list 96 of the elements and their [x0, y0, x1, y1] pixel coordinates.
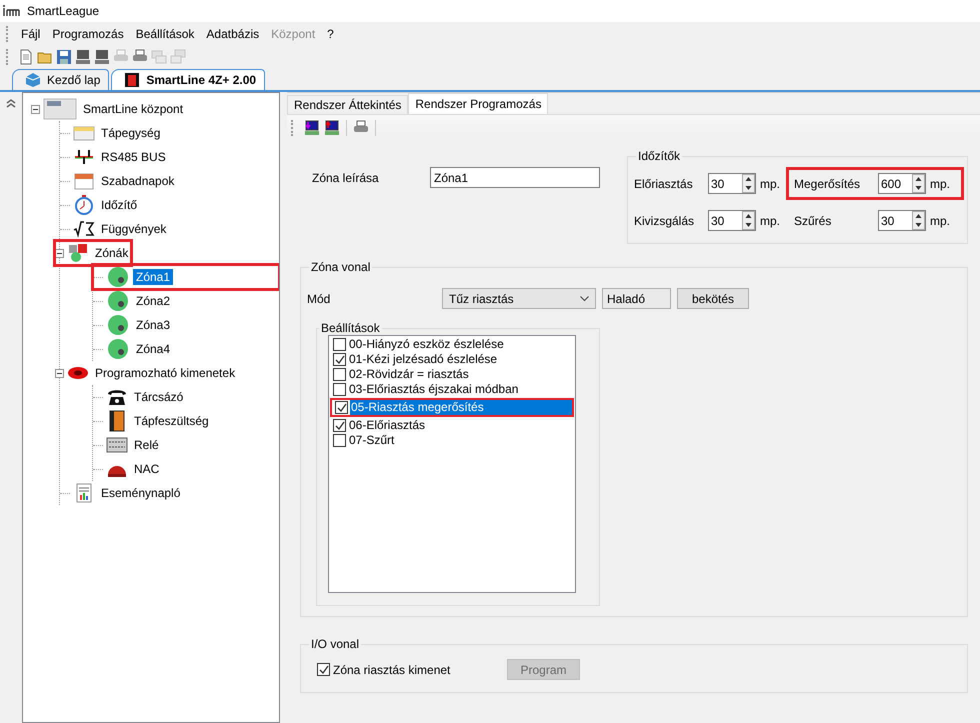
- detector-icon: [106, 338, 130, 360]
- tree-item[interactable]: Zóna4: [133, 341, 174, 357]
- chevron-down-icon: [580, 296, 589, 302]
- collapse-panel-icon: [6, 98, 16, 108]
- cube-icon: [25, 72, 41, 88]
- menu-item[interactable]: Fájl: [15, 26, 46, 40]
- detector-icon: [106, 314, 130, 336]
- new-document-icon[interactable]: [18, 48, 34, 64]
- group-title: I/O vonal: [310, 637, 360, 651]
- tree-item[interactable]: Tápfeszültség: [131, 413, 212, 429]
- download-computer-icon[interactable]: [304, 120, 320, 136]
- formula-icon: [73, 220, 95, 238]
- collapse-toggle[interactable]: [31, 104, 40, 114]
- power-supply-icon: [73, 124, 95, 142]
- bus-network-icon: [73, 148, 95, 166]
- mode-dropdown[interactable]: Tűz riasztás: [442, 288, 596, 309]
- checkbox[interactable]: [333, 353, 346, 366]
- number-field[interactable]: 30: [708, 173, 756, 194]
- page-tab[interactable]: Rendszer Áttekintés: [287, 95, 408, 114]
- tree-item[interactable]: Zóna3: [133, 317, 174, 333]
- list-item[interactable]: 05-Riasztás megerősítés: [350, 400, 572, 415]
- tree-item[interactable]: SmartLine központ: [80, 101, 186, 117]
- computer-icon[interactable]: [94, 48, 110, 64]
- save-icon[interactable]: [56, 48, 72, 64]
- tree-item[interactable]: Zónák: [92, 245, 132, 261]
- list-item[interactable]: 01-Kézi jelzésadó észlelése: [348, 352, 574, 367]
- checkbox[interactable]: [335, 401, 348, 414]
- tree-item[interactable]: NAC: [131, 461, 162, 477]
- number-field[interactable]: 600: [878, 173, 926, 194]
- number-field[interactable]: 30: [708, 210, 756, 231]
- siren-icon: [67, 365, 89, 381]
- field-label: Zóna leírása: [312, 170, 380, 184]
- unit-label: mp.: [760, 214, 780, 228]
- document-tab[interactable]: Kezdő lap: [12, 69, 110, 90]
- list-item[interactable]: 06-Előriasztás: [348, 418, 574, 433]
- computer-icon[interactable]: [75, 48, 91, 64]
- checkbox[interactable]: [317, 663, 330, 676]
- control-panel-icon: [43, 98, 77, 120]
- menu-item[interactable]: Beállítások: [130, 26, 200, 40]
- description-field[interactable]: Zóna1: [430, 167, 600, 188]
- detector-icon: [106, 266, 130, 288]
- list-item[interactable]: 03-Előriasztás éjszakai módban: [348, 382, 574, 397]
- tree-item[interactable]: Függvények: [98, 221, 170, 237]
- group-title: Időzítők: [637, 149, 682, 163]
- calendar-icon: [73, 172, 95, 190]
- list-item[interactable]: 02-Rövidzár = riasztás: [348, 367, 574, 382]
- window-title: SmartLeague: [27, 4, 100, 18]
- tree-item[interactable]: Zóna2: [133, 293, 174, 309]
- device-icon: [124, 72, 140, 88]
- unit-label: mp.: [760, 176, 780, 190]
- checkbox[interactable]: [333, 383, 346, 396]
- tree-item[interactable]: Zóna1: [133, 269, 174, 285]
- checkbox[interactable]: [333, 419, 346, 432]
- detector-group-icon: [67, 243, 89, 263]
- advanced-field: Haladó: [602, 288, 671, 309]
- tree-item[interactable]: Tárcsázó: [131, 389, 186, 405]
- wiring-button[interactable]: bekötés: [677, 288, 749, 309]
- collapse-toggle[interactable]: [55, 368, 64, 378]
- unit-label: mp.: [930, 214, 950, 228]
- upload-computer-icon[interactable]: [324, 120, 340, 136]
- field-label: Előriasztás: [634, 176, 694, 190]
- spin-arrows-icon: [912, 211, 925, 230]
- checkbox-label: Zóna riasztás kimenet: [333, 662, 450, 676]
- number-field[interactable]: 30: [878, 210, 926, 231]
- app-logo-icon: [3, 5, 21, 17]
- field-label: Szűrés: [794, 214, 832, 228]
- tree-item[interactable]: Relé: [131, 437, 162, 453]
- tree-item[interactable]: Időzítő: [98, 197, 140, 213]
- detector-icon: [106, 290, 130, 312]
- checkbox[interactable]: [333, 338, 346, 351]
- checkbox[interactable]: [333, 434, 346, 447]
- unit-label: mp.: [930, 176, 950, 190]
- field-label: Kivizsgálás: [634, 214, 696, 228]
- list-item[interactable]: 07-Szűrt: [348, 433, 574, 448]
- tree-item[interactable]: RS485 BUS: [98, 149, 169, 165]
- menu-item[interactable]: Adatbázis: [200, 26, 266, 40]
- stopwatch-icon: [73, 195, 95, 215]
- relay-board-icon: [106, 436, 128, 454]
- menu-item[interactable]: ?: [321, 26, 340, 40]
- tree-item[interactable]: Szabadnapok: [98, 173, 178, 189]
- spin-arrows-icon: [742, 211, 755, 230]
- group-title: Zóna vonal: [310, 260, 372, 274]
- page-tab[interactable]: Rendszer Programozás: [408, 93, 548, 114]
- document-tab[interactable]: SmartLine 4Z+ 2.00: [111, 69, 266, 90]
- tree-item[interactable]: Tápegység: [98, 125, 164, 141]
- list-item[interactable]: 00-Hiányzó eszköz észlelése: [348, 337, 574, 352]
- group-title: Beállítások: [320, 321, 381, 335]
- tree-item[interactable]: Programozható kimenetek: [92, 365, 238, 381]
- tree-item[interactable]: Eseménynapló: [98, 485, 184, 501]
- spin-arrows-icon: [742, 174, 755, 193]
- spin-arrows-icon: [912, 174, 925, 193]
- field-label: Mód: [307, 292, 332, 306]
- collapse-toggle[interactable]: [55, 248, 64, 258]
- menu-item[interactable]: Programozás: [46, 26, 130, 40]
- field-label: Megerősítés: [794, 176, 862, 190]
- checkbox[interactable]: [333, 368, 346, 381]
